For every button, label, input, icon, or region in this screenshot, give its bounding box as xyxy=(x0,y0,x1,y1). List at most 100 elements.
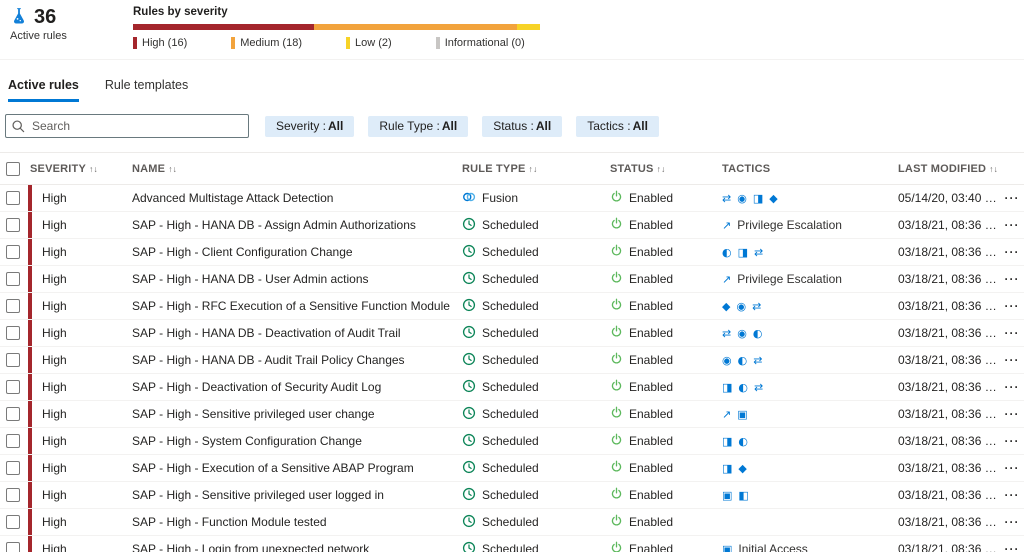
tactic-icon: ◨ xyxy=(722,381,732,394)
row-context-menu-button[interactable]: ··· xyxy=(1000,461,1024,475)
table-row[interactable]: HighSAP - High - System Configuration Ch… xyxy=(0,428,1024,455)
row-checkbox[interactable] xyxy=(6,353,20,367)
table-row[interactable]: HighSAP - High - RFC Execution of a Sens… xyxy=(0,293,1024,320)
rules-by-severity-chart: Rules by severity High (16)Medium (18)Lo… xyxy=(133,6,1024,59)
row-context-menu-button[interactable]: ··· xyxy=(1000,326,1024,340)
row-context-menu-button[interactable]: ··· xyxy=(1000,353,1024,367)
column-header-tactics[interactable]: TACTICS xyxy=(714,163,890,175)
enabled-power-icon xyxy=(610,271,623,287)
rule-name[interactable]: Advanced Multistage Attack Detection xyxy=(124,191,454,205)
row-checkbox[interactable] xyxy=(6,245,20,259)
tab-rule-templates[interactable]: Rule templates xyxy=(105,78,188,102)
row-context-menu-button[interactable]: ··· xyxy=(1000,488,1024,502)
severity-label: High xyxy=(42,218,67,232)
enabled-power-icon xyxy=(610,460,623,476)
row-checkbox[interactable] xyxy=(6,488,20,502)
rule-name[interactable]: SAP - High - HANA DB - User Admin action… xyxy=(124,272,454,286)
row-checkbox[interactable] xyxy=(6,407,20,421)
column-label: TACTICS xyxy=(722,163,770,175)
scheduled-icon xyxy=(462,541,476,552)
rule-type-label: Scheduled xyxy=(482,434,539,448)
enabled-power-icon xyxy=(610,298,623,314)
severity-indicator xyxy=(28,212,32,238)
row-context-menu-button[interactable]: ··· xyxy=(1000,245,1024,259)
rule-name[interactable]: SAP - High - HANA DB - Deactivation of A… xyxy=(124,326,454,340)
tab-bar: Active rules Rule templates xyxy=(0,60,1024,102)
last-modified: 03/18/21, 08:36 PM xyxy=(890,542,1000,552)
column-header-last-modified[interactable]: LAST MODIFIED↑↓ xyxy=(890,163,1000,175)
rule-name[interactable]: SAP - High - Sensitive privileged user l… xyxy=(124,488,454,502)
column-header-severity[interactable]: SEVERITY↑↓ xyxy=(28,163,124,175)
column-header-rule-type[interactable]: RULE TYPE↑↓ xyxy=(454,163,602,175)
enabled-power-icon xyxy=(610,379,623,395)
filter-value: All xyxy=(633,119,648,133)
row-checkbox[interactable] xyxy=(6,434,20,448)
table-row[interactable]: HighSAP - High - Execution of a Sensitiv… xyxy=(0,455,1024,482)
row-checkbox[interactable] xyxy=(6,542,20,552)
rule-name[interactable]: SAP - High - Client Configuration Change xyxy=(124,245,454,259)
table-row[interactable]: HighSAP - High - HANA DB - Deactivation … xyxy=(0,320,1024,347)
table-row[interactable]: HighAdvanced Multistage Attack Detection… xyxy=(0,185,1024,212)
column-header-status[interactable]: STATUS↑↓ xyxy=(602,163,714,175)
tab-active-rules[interactable]: Active rules xyxy=(8,78,79,102)
search-input[interactable] xyxy=(5,114,249,138)
row-checkbox[interactable] xyxy=(6,218,20,232)
rule-name[interactable]: SAP - High - System Configuration Change xyxy=(124,434,454,448)
rule-name[interactable]: SAP - High - RFC Execution of a Sensitiv… xyxy=(124,299,454,313)
rule-name[interactable]: SAP - High - Execution of a Sensitive AB… xyxy=(124,461,454,475)
filter-severity[interactable]: Severity : All xyxy=(265,116,354,137)
table-row[interactable]: HighSAP - High - Client Configuration Ch… xyxy=(0,239,1024,266)
rule-name[interactable]: SAP - High - Login from unexpected netwo… xyxy=(124,542,454,552)
row-checkbox[interactable] xyxy=(6,326,20,340)
rule-name[interactable]: SAP - High - Sensitive privileged user c… xyxy=(124,407,454,421)
table-row[interactable]: HighSAP - High - HANA DB - User Admin ac… xyxy=(0,266,1024,293)
row-context-menu-button[interactable]: ··· xyxy=(1000,299,1024,313)
rules-table: SEVERITY↑↓NAME↑↓RULE TYPE↑↓STATUS↑↓ TACTI… xyxy=(0,152,1024,552)
legend-label: Medium (18) xyxy=(240,37,302,49)
sort-icon: ↑↓ xyxy=(657,164,666,174)
filter-status[interactable]: Status : All xyxy=(482,116,562,137)
scheduled-icon xyxy=(462,325,476,342)
rule-name[interactable]: SAP - High - Function Module tested xyxy=(124,515,454,529)
tactic-icon: ▣ xyxy=(722,543,732,552)
filter-rule-type[interactable]: Rule Type : All xyxy=(368,116,468,137)
table-row[interactable]: HighSAP - High - Sensitive privileged us… xyxy=(0,401,1024,428)
row-context-menu-button[interactable]: ··· xyxy=(1000,515,1024,529)
status-label: Enabled xyxy=(629,353,673,367)
row-context-menu-button[interactable]: ··· xyxy=(1000,272,1024,286)
severity-indicator xyxy=(28,455,32,481)
scheduled-icon xyxy=(462,487,476,504)
table-row[interactable]: HighSAP - High - Deactivation of Securit… xyxy=(0,374,1024,401)
severity-bar-segment xyxy=(517,24,540,30)
rule-name[interactable]: SAP - High - HANA DB - Audit Trail Polic… xyxy=(124,353,454,367)
row-context-menu-button[interactable]: ··· xyxy=(1000,407,1024,421)
rule-name[interactable]: SAP - High - Deactivation of Security Au… xyxy=(124,380,454,394)
table-row[interactable]: HighSAP - High - Sensitive privileged us… xyxy=(0,482,1024,509)
row-checkbox[interactable] xyxy=(6,191,20,205)
rule-name[interactable]: SAP - High - HANA DB - Assign Admin Auth… xyxy=(124,218,454,232)
row-checkbox[interactable] xyxy=(6,380,20,394)
table-row[interactable]: HighSAP - High - Function Module testedS… xyxy=(0,509,1024,536)
table-row[interactable]: HighSAP - High - Login from unexpected n… xyxy=(0,536,1024,552)
row-checkbox[interactable] xyxy=(6,299,20,313)
enabled-power-icon xyxy=(610,244,623,260)
column-header-name[interactable]: NAME↑↓ xyxy=(124,163,454,175)
filter-tactics[interactable]: Tactics : All xyxy=(576,116,659,137)
row-context-menu-button[interactable]: ··· xyxy=(1000,542,1024,552)
row-context-menu-button[interactable]: ··· xyxy=(1000,218,1024,232)
status-label: Enabled xyxy=(629,542,673,552)
rule-type-label: Scheduled xyxy=(482,542,539,552)
select-all-checkbox[interactable] xyxy=(6,162,20,176)
tactic-icon: ⇄ xyxy=(722,192,731,205)
table-row[interactable]: HighSAP - High - HANA DB - Audit Trail P… xyxy=(0,347,1024,374)
row-context-menu-button[interactable]: ··· xyxy=(1000,434,1024,448)
row-context-menu-button[interactable]: ··· xyxy=(1000,191,1024,205)
row-checkbox[interactable] xyxy=(6,515,20,529)
tactics-cell: ↗Privilege Escalation xyxy=(714,272,890,286)
tactic-icon: ↗ xyxy=(722,219,731,232)
table-row[interactable]: High SAP - High - HANA DB - Assign Admin … xyxy=(0,212,1024,239)
row-checkbox[interactable] xyxy=(6,272,20,286)
row-context-menu-button[interactable]: ··· xyxy=(1000,380,1024,394)
row-checkbox[interactable] xyxy=(6,461,20,475)
sort-icon: ↑↓ xyxy=(168,164,177,174)
